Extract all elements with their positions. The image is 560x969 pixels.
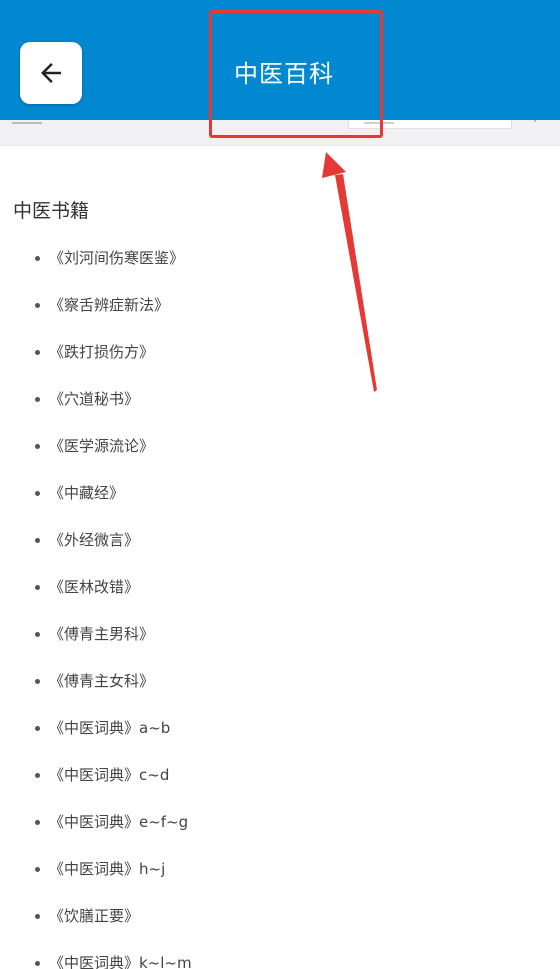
section-title: 中医书籍 — [13, 200, 90, 222]
book-link[interactable]: 《刘河间伤寒医鉴》 — [49, 247, 184, 269]
arrow-left-icon — [41, 63, 61, 83]
home-link-fragment[interactable] — [12, 120, 42, 124]
bullet-icon — [35, 961, 40, 966]
book-link[interactable]: 《傅青主女科》 — [49, 670, 154, 692]
bullet-icon — [35, 350, 40, 355]
search-icon[interactable] — [528, 120, 536, 122]
book-link[interactable]: 《察舌辨症新法》 — [49, 294, 169, 316]
bullet-icon — [35, 914, 40, 919]
bullet-icon — [35, 679, 40, 684]
bullet-icon — [35, 820, 40, 825]
bullet-icon — [35, 444, 40, 449]
bullet-icon — [35, 303, 40, 308]
book-link[interactable]: 《跌打损伤方》 — [49, 341, 154, 363]
back-button[interactable] — [20, 42, 82, 104]
book-link[interactable]: 《外经微言》 — [49, 529, 139, 551]
book-link[interactable]: 《中医词典》c~d — [49, 764, 169, 786]
bullet-icon — [35, 585, 40, 590]
bullet-icon — [35, 632, 40, 637]
book-link[interactable]: 《中医词典》a~b — [49, 717, 170, 739]
book-link[interactable]: 《穴道秘书》 — [49, 388, 139, 410]
page: 中医百科 中医书籍 《刘河间伤寒医鉴》 《察舌辨症新法》 《跌打损伤方》 《穴道秘书》… — [0, 0, 560, 969]
book-link[interactable]: 《中藏经》 — [49, 482, 124, 504]
annotation-arrow-head — [322, 152, 346, 178]
book-link[interactable]: 《傅青主男科》 — [49, 623, 154, 645]
bullet-icon — [35, 491, 40, 496]
book-link[interactable]: 《医学源流论》 — [49, 435, 154, 457]
book-link[interactable]: 《中医词典》h~j — [49, 858, 165, 880]
bullet-icon — [35, 726, 40, 731]
book-link[interactable]: 《医林改错》 — [49, 576, 139, 598]
book-link[interactable]: 《饮膳正要》 — [49, 905, 139, 927]
bullet-icon — [35, 397, 40, 402]
bullet-icon — [35, 773, 40, 778]
bullet-icon — [35, 538, 40, 543]
book-link[interactable]: 《中医词典》e~f~g — [49, 811, 188, 833]
book-link[interactable]: 《中医词典》k~l~m — [49, 952, 192, 969]
bullet-icon — [35, 256, 40, 261]
annotation-arrow-shape — [335, 174, 377, 392]
annotation-highlight-box — [209, 10, 383, 138]
bullet-icon — [35, 867, 40, 872]
